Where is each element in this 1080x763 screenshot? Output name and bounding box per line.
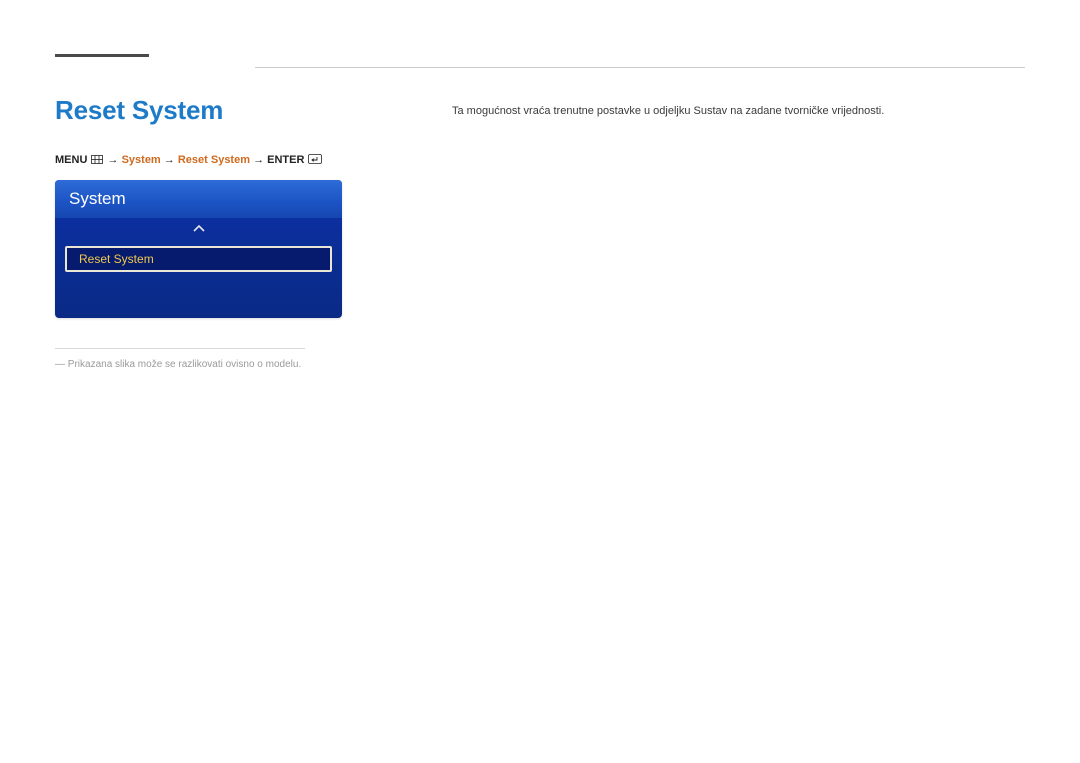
footnote: ― Prikazana slika može se razlikovati ov… xyxy=(55,359,395,370)
top-divider xyxy=(255,67,1025,68)
breadcrumb-enter: ENTER xyxy=(267,154,304,166)
page: Reset System MENU → System → Reset Syste… xyxy=(0,0,1080,763)
osd-spacer xyxy=(55,278,342,318)
menu-grid-icon xyxy=(91,155,103,164)
left-column: Reset System MENU → System → Reset Syste… xyxy=(55,95,395,370)
breadcrumb-menu: MENU xyxy=(55,154,87,166)
breadcrumb-arrow-2: → xyxy=(164,154,175,166)
footnote-text: Prikazana slika može se razlikovati ovis… xyxy=(68,359,301,370)
osd-item-wrap: Reset System xyxy=(55,240,342,278)
breadcrumb-system: System xyxy=(122,154,161,166)
breadcrumb-arrow-3: → xyxy=(253,154,264,166)
osd-scroll-up[interactable] xyxy=(55,218,342,240)
osd-header: System xyxy=(55,180,342,218)
breadcrumb-reset-system: Reset System xyxy=(178,154,250,166)
page-title: Reset System xyxy=(55,95,395,126)
section-tab-marker xyxy=(55,54,149,57)
breadcrumb: MENU → System → Reset System → ENTER xyxy=(55,154,395,166)
footnote-divider xyxy=(55,348,305,349)
osd-panel: System Reset System xyxy=(55,180,342,318)
breadcrumb-arrow-1: → xyxy=(108,154,119,166)
chevron-up-icon xyxy=(192,225,206,233)
enter-icon xyxy=(308,154,320,163)
footnote-dash: ― xyxy=(55,359,65,370)
right-column: Ta mogućnost vraća trenutne postavke u o… xyxy=(452,103,1025,120)
body-text: Ta mogućnost vraća trenutne postavke u o… xyxy=(452,103,1025,120)
osd-item-reset-system[interactable]: Reset System xyxy=(65,246,332,272)
